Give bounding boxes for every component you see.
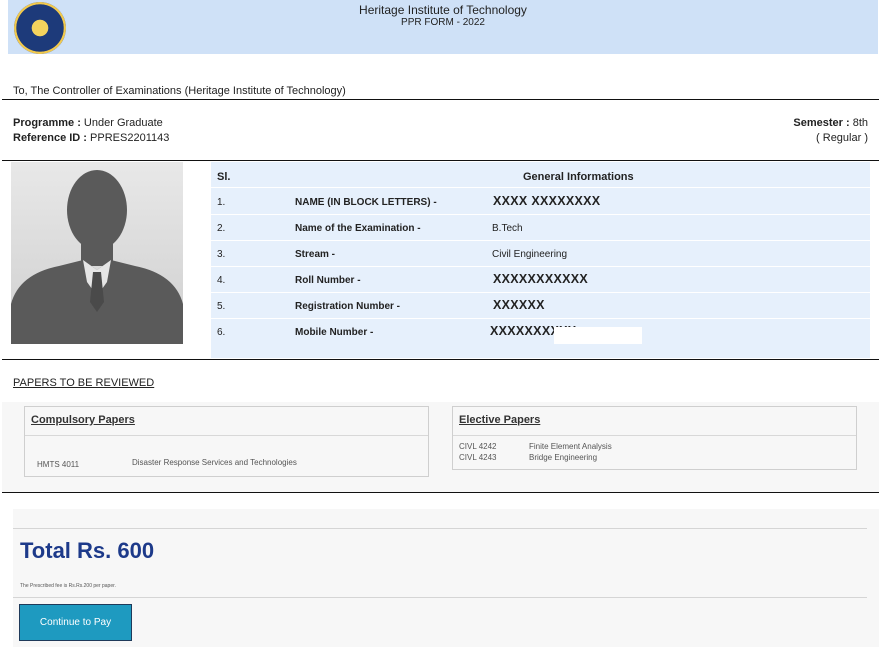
user-silhouette-icon (11, 170, 183, 344)
row-label: Stream - (295, 249, 336, 260)
papers-heading: PAPERS TO BE REVIEWED (13, 377, 155, 389)
column-sl: Sl. (217, 171, 231, 183)
reference-label: Reference ID : (13, 132, 87, 144)
fee-note: The Prescribed fee is Rs.Rs.200 per pape… (20, 583, 116, 589)
row-sl: 2. (217, 223, 226, 234)
row-sl: 4. (217, 275, 226, 286)
programme-value: Under Graduate (83, 117, 163, 129)
row-label: Name of the Examination - (295, 223, 421, 234)
table-row: 5. Registration Number - XXXXXX (211, 293, 870, 319)
paper-code: HMTS 4011 (37, 460, 80, 469)
name-value: XXXX XXXXXXXX (493, 194, 601, 208)
table-header: Sl. General Informations (211, 162, 870, 188)
divider (453, 435, 856, 436)
row-sl: 3. (217, 249, 226, 260)
table-row: 2. Name of the Examination - B.Tech (211, 215, 870, 241)
elective-papers-box: Elective Papers CIVL 4242 Finite Element… (452, 406, 857, 470)
paper-name: Disaster Response Services and Technolog… (132, 458, 297, 467)
semester-block: Semester : 8th ( Regular ) (793, 116, 868, 146)
semester-label: Semester : (793, 117, 850, 129)
row-label: Roll Number - (295, 275, 361, 286)
programme-label: Programme : (13, 117, 81, 129)
divider (2, 492, 879, 493)
payment-section: Total Rs. 600 The Prescribed fee is Rs.R… (13, 509, 879, 647)
paper-code: CIVL 4243 (459, 453, 497, 462)
institute-name: Heritage Institute of Technology (359, 3, 527, 17)
candidate-photo (11, 162, 183, 344)
papers-section: Compulsory Papers HMTS 4011 Disaster Res… (2, 402, 879, 492)
divider (2, 160, 879, 161)
programme-reference-block: Programme : Under Graduate Reference ID … (13, 116, 169, 146)
row-label: Registration Number - (295, 301, 401, 312)
divider (2, 99, 879, 100)
divider (13, 597, 867, 598)
address-line: To, The Controller of Examinations (Heri… (13, 85, 346, 97)
column-general-informations: General Informations (523, 171, 634, 183)
paper-name: Finite Element Analysis (529, 442, 612, 451)
divider (25, 435, 428, 436)
redacted-box (554, 327, 642, 344)
form-title: PPR FORM - 2022 (401, 17, 485, 28)
compulsory-papers-box: Compulsory Papers HMTS 4011 Disaster Res… (24, 406, 429, 477)
divider (2, 359, 879, 360)
paper-code: CIVL 4242 (459, 442, 497, 451)
total-amount: Total Rs. 600 (20, 538, 155, 563)
table-row: 4. Roll Number - XXXXXXXXXXX (211, 267, 870, 293)
table-row: 3. Stream - Civil Engineering (211, 241, 870, 267)
row-sl: 1. (217, 197, 226, 208)
elective-papers-title: Elective Papers (459, 414, 541, 426)
roll-number-value: XXXXXXXXXXX (493, 272, 589, 286)
row-label: NAME (IN BLOCK LETTERS) - (295, 197, 437, 208)
row-label: Mobile Number - (295, 327, 374, 338)
page-header: Heritage Institute of Technology PPR FOR… (8, 0, 878, 54)
stream-value: Civil Engineering (492, 249, 568, 260)
semester-type: ( Regular ) (816, 132, 868, 144)
examination-value: B.Tech (492, 223, 523, 234)
divider (13, 528, 867, 529)
table-row: 6. Mobile Number - XXXXXXXXXX (211, 319, 870, 345)
registration-number-value: XXXXXX (493, 298, 545, 312)
row-sl: 6. (217, 327, 226, 338)
general-info-table: Sl. General Informations 1. NAME (IN BLO… (211, 162, 870, 358)
table-row: 1. NAME (IN BLOCK LETTERS) - XXXX XXXXXX… (211, 189, 870, 215)
reference-value: PPRES2201143 (90, 132, 170, 144)
paper-name: Bridge Engineering (529, 453, 598, 462)
compulsory-papers-title: Compulsory Papers (31, 414, 135, 426)
row-sl: 5. (217, 301, 226, 312)
semester-value: 8th (852, 117, 868, 129)
continue-to-pay-button[interactable]: Continue to Pay (19, 604, 132, 641)
